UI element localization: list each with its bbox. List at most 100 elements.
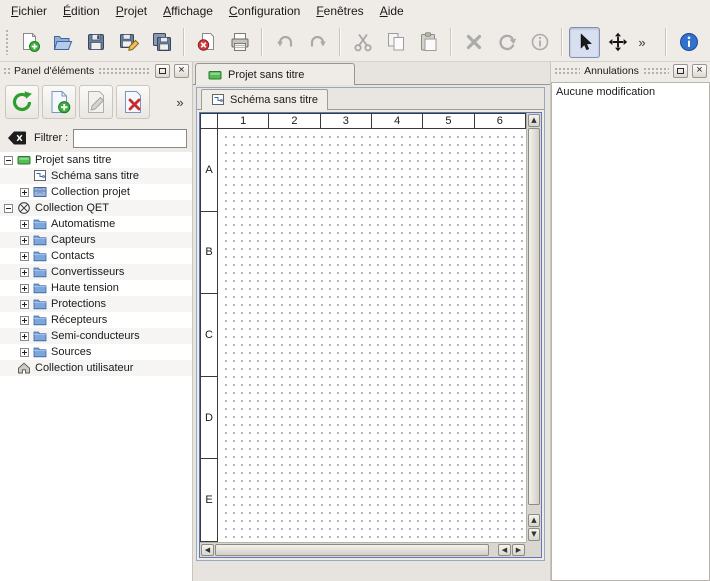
tab-projet-sans-titre[interactable]: Projet sans titre <box>195 63 355 85</box>
scroll-left-button[interactable]: ◀ <box>498 544 511 556</box>
undo-panel-titlebar[interactable]: Annulations × <box>551 62 710 80</box>
tree-item-projet-sans-titre[interactable]: Projet sans titre <box>0 152 192 168</box>
tree-item-convertisseurs[interactable]: Convertisseurs <box>0 264 192 280</box>
float-panel-button[interactable] <box>155 64 170 78</box>
open-project-button[interactable] <box>47 27 78 58</box>
menu-fenetres[interactable]: Fenêtres <box>308 0 371 23</box>
menu-edition[interactable]: Édition <box>55 0 108 23</box>
tree-item-collection-utilisateur[interactable]: Collection utilisateur <box>0 360 192 376</box>
delete-element-button[interactable] <box>116 85 150 119</box>
move-tool-button[interactable] <box>602 27 633 58</box>
scroll-down-button[interactable]: ▼ <box>528 528 540 541</box>
expand-icon[interactable] <box>20 300 29 309</box>
paste-button[interactable] <box>413 27 444 58</box>
expand-icon[interactable] <box>20 236 29 245</box>
close-icon: × <box>178 65 184 76</box>
selection-tool-button[interactable] <box>569 27 600 58</box>
tree-item-collection-qet[interactable]: Collection QET <box>0 200 192 216</box>
close-panel-button[interactable]: × <box>174 64 189 78</box>
tab-schema-sans-titre[interactable]: Schéma sans titre <box>201 89 328 110</box>
tree-item-schema-sans-titre[interactable]: Schéma sans titre <box>0 168 192 184</box>
column-header: 1 <box>218 114 269 128</box>
copy-button[interactable] <box>380 27 411 58</box>
save-button[interactable] <box>80 27 111 58</box>
dock-handle-dots <box>98 67 151 75</box>
toolbar-overflow-button[interactable]: » <box>634 27 650 58</box>
save-all-button[interactable] <box>146 27 177 58</box>
menu-projet[interactable]: Projet <box>108 0 155 23</box>
tree-item-automatisme[interactable]: Automatisme <box>0 216 192 232</box>
redo-button[interactable] <box>302 27 333 58</box>
column-header: 3 <box>321 114 372 128</box>
close-panel-button[interactable]: × <box>692 64 707 78</box>
scroll-up-button[interactable]: ▲ <box>528 514 540 527</box>
home-icon <box>17 361 31 375</box>
project-tab-label: Projet sans titre <box>228 69 304 81</box>
folder-icon <box>33 313 47 327</box>
expand-icon[interactable] <box>20 284 29 293</box>
expand-icon[interactable] <box>20 220 29 229</box>
undo-history-list[interactable]: Aucune modification <box>551 82 710 581</box>
horizontal-scrollbar-thumb[interactable] <box>215 544 489 556</box>
collapse-icon[interactable] <box>4 156 13 165</box>
save-as-button[interactable] <box>113 27 144 58</box>
rotate-button[interactable] <box>491 27 522 58</box>
elements-tree[interactable]: Projet sans titre Schéma sans titre Coll… <box>0 152 192 581</box>
clear-filter-button[interactable] <box>5 128 29 148</box>
edit-element-button[interactable] <box>79 85 113 119</box>
diagram-view[interactable]: 1 2 3 4 5 6 A B C D E ▲ ▲ <box>199 112 542 558</box>
info-button[interactable] <box>524 27 555 58</box>
expand-icon[interactable] <box>20 316 29 325</box>
vertical-scrollbar-thumb[interactable] <box>528 128 540 505</box>
scroll-left-button[interactable]: ◀ <box>201 544 214 556</box>
clear-filter-icon <box>7 130 27 146</box>
expand-icon[interactable] <box>20 188 29 197</box>
tree-item-collection-projet[interactable]: Collection projet <box>0 184 192 200</box>
menu-configuration[interactable]: Configuration <box>221 0 308 23</box>
tree-item-semi-conducteurs[interactable]: Semi-conducteurs <box>0 328 192 344</box>
float-panel-button[interactable] <box>673 64 688 78</box>
elements-panel-titlebar[interactable]: Panel d'éléments × <box>0 62 192 80</box>
tree-item-label: Schéma sans titre <box>51 170 139 182</box>
diagram-canvas[interactable]: 1 2 3 4 5 6 A B C D E <box>200 113 526 542</box>
about-button[interactable] <box>673 27 704 58</box>
grid-dots[interactable] <box>219 130 526 542</box>
horizontal-scrollbar[interactable]: ◀ ◀ ▶ <box>200 542 526 557</box>
tree-item-protections[interactable]: Protections <box>0 296 192 312</box>
expand-icon[interactable] <box>20 268 29 277</box>
new-element-button[interactable] <box>42 85 76 119</box>
tree-item-label: Collection projet <box>51 186 130 198</box>
elements-panel-toolbar: » <box>0 80 192 124</box>
scroll-right-button[interactable]: ▶ <box>512 544 525 556</box>
vertical-scrollbar[interactable]: ▲ ▲ ▼ <box>526 113 541 542</box>
undo-icon <box>274 31 296 53</box>
cut-button[interactable] <box>347 27 378 58</box>
tree-item-capteurs[interactable]: Capteurs <box>0 232 192 248</box>
menu-aide[interactable]: Aide <box>372 0 412 23</box>
new-document-button[interactable] <box>14 27 45 58</box>
dock-handle-dots <box>3 67 10 75</box>
tree-item-haute-tension[interactable]: Haute tension <box>0 280 192 296</box>
folder-icon <box>33 345 47 359</box>
collection-icon <box>33 185 47 199</box>
new-element-icon <box>46 89 72 115</box>
filter-input[interactable] <box>73 129 187 148</box>
close-project-button[interactable] <box>191 27 222 58</box>
undo-button[interactable] <box>269 27 300 58</box>
folder-icon <box>33 233 47 247</box>
print-button[interactable] <box>224 27 255 58</box>
expand-icon[interactable] <box>20 348 29 357</box>
tree-item-sources[interactable]: Sources <box>0 344 192 360</box>
scroll-up-button[interactable]: ▲ <box>528 114 540 127</box>
tree-item-recepteurs[interactable]: Récepteurs <box>0 312 192 328</box>
collapse-icon[interactable] <box>4 204 13 213</box>
tree-item-contacts[interactable]: Contacts <box>0 248 192 264</box>
menu-affichage[interactable]: Affichage <box>155 0 221 23</box>
expand-icon[interactable] <box>20 332 29 341</box>
toolbar-handle[interactable] <box>5 29 9 55</box>
menu-fichier[interactable]: Fichier <box>3 0 55 23</box>
expand-icon[interactable] <box>20 252 29 261</box>
delete-button[interactable] <box>458 27 489 58</box>
reload-collections-button[interactable] <box>5 85 39 119</box>
panel-overflow-button[interactable]: » <box>173 87 187 117</box>
